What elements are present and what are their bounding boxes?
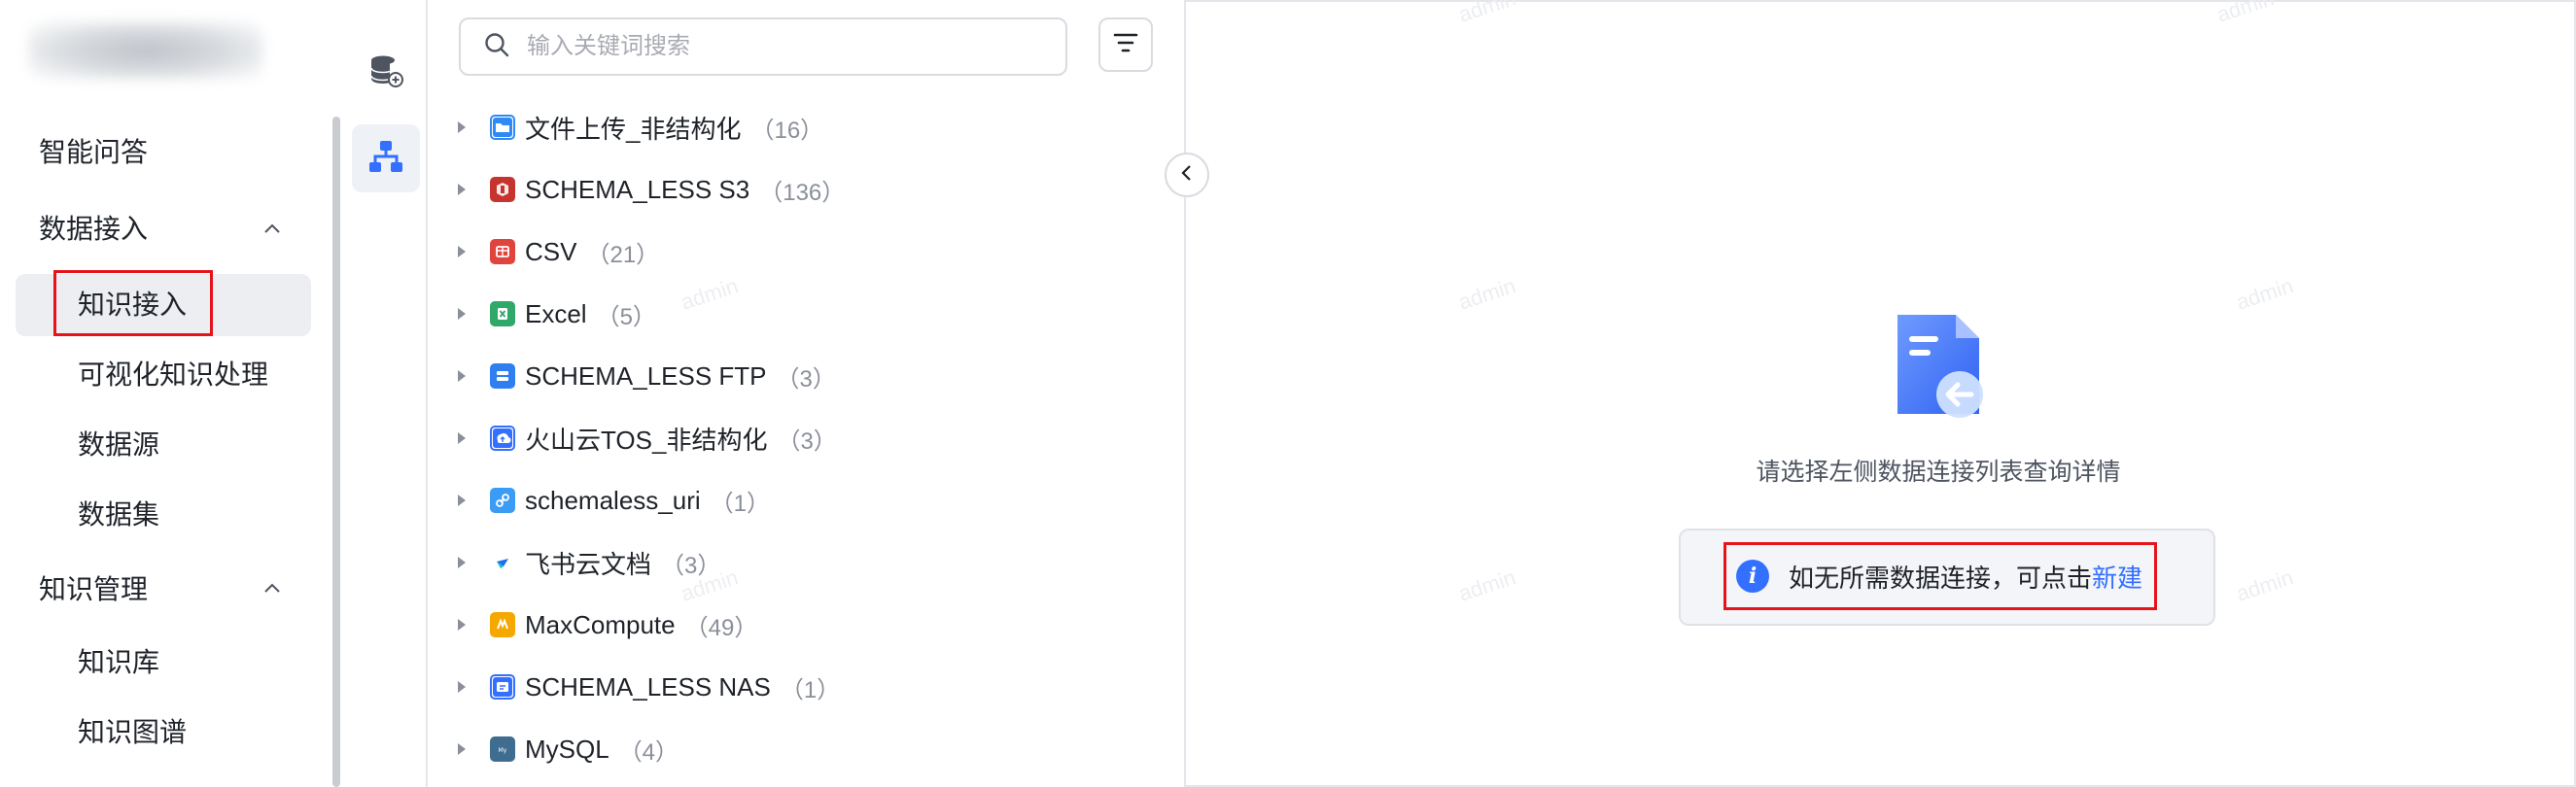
caret-right-icon[interactable]: [447, 618, 476, 632]
tree-item-label: SCHEMA_LESS FTP: [525, 360, 767, 391]
tree-item-count: （3）: [776, 365, 836, 393]
tree-item-label: SCHEMA_LESS S3: [525, 174, 750, 204]
sidebar-item-qa[interactable]: 智能问答: [39, 133, 148, 172]
chevron-left-icon: [1177, 163, 1197, 188]
tree-item[interactable]: 文件上传_非结构化 （16）: [447, 103, 1147, 152]
caret-right-icon[interactable]: [447, 680, 476, 694]
database-add-icon: [366, 51, 405, 95]
sidebar-group-knowledge-mgmt[interactable]: 知识管理: [39, 570, 148, 609]
tree-item[interactable]: CSV （21）: [447, 227, 1147, 276]
caret-right-icon[interactable]: [447, 431, 476, 445]
sidebar: 智能问答 数据接入 知识接入 可视化知识处理 数据源 数据集 知识管理 知识库 …: [0, 0, 342, 787]
logo: [29, 21, 262, 80]
ftp-icon: [490, 363, 515, 389]
caret-right-icon[interactable]: [447, 742, 476, 756]
rail-button-datasource[interactable]: [352, 39, 420, 107]
notice-banner: i 如无所需数据连接，可点击 新建: [1679, 529, 2215, 626]
icon-rail: [342, 0, 428, 787]
filter-icon: [1112, 29, 1139, 61]
csv-icon: [490, 239, 515, 264]
tree-item-label: MySQL: [525, 734, 609, 764]
feishu-icon: [490, 550, 515, 575]
search-icon: [482, 30, 511, 64]
sidebar-item-visual-processing[interactable]: 可视化知识处理: [78, 356, 268, 394]
tree-item-label: 文件上传_非结构化: [525, 114, 742, 144]
caret-right-icon[interactable]: [447, 369, 476, 383]
sidebar-item-datasource[interactable]: 数据源: [78, 426, 159, 464]
tree-item-count: （3）: [777, 428, 837, 455]
tree-item[interactable]: schemaless_uri （1）: [447, 476, 1147, 525]
folder-icon: [490, 115, 515, 140]
tree-item[interactable]: SCHEMA_LESS S3 （136）: [447, 165, 1147, 214]
tree-item-count: （136）: [759, 179, 846, 206]
filter-button[interactable]: [1098, 17, 1153, 72]
tree-item-count: （49）: [684, 614, 758, 641]
caret-right-icon[interactable]: [447, 245, 476, 258]
tree-item-label: 飞书云文档: [525, 549, 652, 579]
tree-item-count: （1）: [780, 676, 841, 703]
search-box[interactable]: [459, 17, 1067, 76]
mysql-icon: My: [490, 736, 515, 762]
document-return-icon: [1892, 309, 1985, 426]
create-new-link[interactable]: 新建: [2092, 559, 2142, 595]
tos-icon: [490, 426, 515, 451]
tree-item-count: （5）: [596, 303, 656, 330]
tree-item[interactable]: My MySQL （4）: [447, 725, 1147, 773]
tree-item-label: MaxCompute: [525, 609, 676, 639]
tree-item-label: schemaless_uri: [525, 485, 701, 515]
tree-item-label: Excel: [525, 298, 587, 328]
s3-icon: [490, 177, 515, 202]
link-icon: [490, 488, 515, 513]
sidebar-scrollbar[interactable]: [332, 117, 340, 787]
detail-panel: 请选择左侧数据连接列表查询详情 i 如无所需数据连接，可点击 新建: [1188, 0, 2576, 787]
tree-item[interactable]: 火山云TOS_非结构化 （3）: [447, 414, 1147, 462]
rail-button-tree[interactable]: [352, 124, 420, 192]
tree-item-label: SCHEMA_LESS NAS: [525, 671, 771, 701]
highlight-box: i 如无所需数据连接，可点击 新建: [1723, 542, 2157, 610]
tree-item-label: 火山云TOS_非结构化: [525, 425, 768, 455]
excel-icon: [490, 301, 515, 326]
svg-text:My: My: [499, 747, 507, 754]
caret-right-icon[interactable]: [447, 307, 476, 321]
chevron-up-icon[interactable]: [262, 220, 282, 239]
tree-item[interactable]: SCHEMA_LESS FTP （3）: [447, 352, 1147, 400]
highlight-box: [53, 270, 213, 336]
tree-item[interactable]: Excel （5）: [447, 290, 1147, 338]
empty-state-text: 请选择左侧数据连接列表查询详情: [1756, 459, 2121, 486]
tree-item-count: （21）: [586, 241, 660, 268]
collapse-panel-button[interactable]: [1165, 153, 1209, 197]
tree-structure-icon: [366, 137, 405, 181]
caret-right-icon[interactable]: [447, 494, 476, 507]
tree-item-label: CSV: [525, 236, 577, 266]
tree-item[interactable]: 飞书云文档 （3）: [447, 538, 1147, 587]
tree-item-count: （1）: [710, 490, 770, 517]
tree-item-count: （16）: [750, 117, 824, 144]
tree-item[interactable]: SCHEMA_LESS NAS （1）: [447, 663, 1147, 711]
search-input[interactable]: [527, 33, 1032, 60]
sidebar-item-knowledge-graph[interactable]: 知识图谱: [78, 713, 187, 752]
datasource-tree-panel: 文件上传_非结构化 （16） SCHEMA_LESS S3 （136） CSV （21） E…: [428, 0, 1186, 787]
info-icon: i: [1736, 560, 1769, 593]
sidebar-item-knowledge-base[interactable]: 知识库: [78, 643, 159, 682]
notice-text: 如无所需数据连接，可点击: [1789, 563, 2093, 593]
maxcompute-icon: [490, 612, 515, 637]
chevron-up-icon[interactable]: [262, 579, 282, 599]
caret-right-icon[interactable]: [447, 556, 476, 569]
tree-item-count: （3）: [661, 552, 721, 579]
caret-right-icon[interactable]: [447, 120, 476, 134]
nas-icon: [490, 674, 515, 700]
caret-right-icon[interactable]: [447, 183, 476, 196]
tree-item-count: （4）: [618, 738, 679, 766]
sidebar-group-data-access[interactable]: 数据接入: [39, 210, 148, 249]
sidebar-item-dataset[interactable]: 数据集: [78, 496, 159, 534]
tree-item[interactable]: MaxCompute （49）: [447, 600, 1147, 649]
